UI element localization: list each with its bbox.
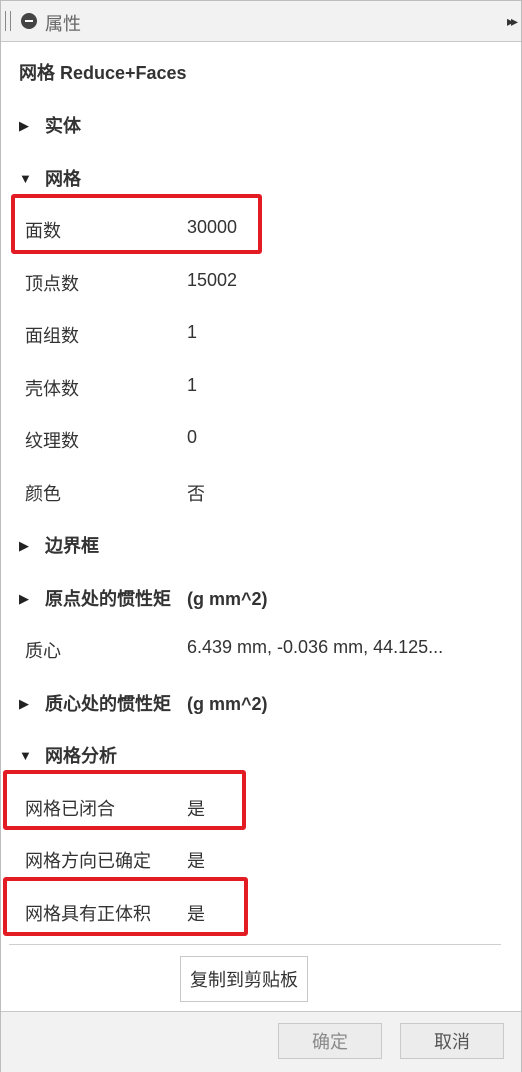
section-label: 网格 xyxy=(45,169,81,189)
mesh-oriented-label: 网格方向已确定 xyxy=(25,851,151,871)
copy-to-clipboard-button[interactable]: 复制到剪贴板 xyxy=(180,956,308,1002)
section-mesh-analysis[interactable]: ▼ 网格分析 xyxy=(19,742,117,768)
section-label: 质心处的惯性矩 xyxy=(45,694,171,714)
expand-arrow-icon[interactable]: ▶ xyxy=(19,696,31,712)
face-groups-value: 1 xyxy=(187,322,198,342)
mesh-oriented-value: 是 xyxy=(187,851,205,871)
highlight-box-faces xyxy=(11,194,262,254)
section-label: 边界框 xyxy=(45,536,99,556)
expand-panel-icon[interactable]: ▸▸ xyxy=(507,13,518,30)
cancel-button[interactable]: 取消 xyxy=(400,1023,504,1059)
vertices-label: 顶点数 xyxy=(25,274,79,294)
textures-value: 0 xyxy=(187,427,198,447)
color-label: 颜色 xyxy=(25,484,61,504)
collapse-panel-icon[interactable] xyxy=(21,13,37,29)
color-value: 否 xyxy=(187,484,205,504)
section-label: 原点处的惯性矩 xyxy=(45,589,171,609)
section-unit: (g mm^2) xyxy=(187,694,268,714)
properties-panel: 属性 ▸▸ 网格 Reduce+Faces ▶ 实体 ▼ 网格 面数 30000 顶… xyxy=(0,0,522,1072)
textures-label: 纹理数 xyxy=(25,431,79,451)
section-mesh[interactable]: ▼ 网格 xyxy=(19,165,81,191)
highlight-box-positive-volume xyxy=(3,877,248,936)
section-inertia-origin[interactable]: ▶ 原点处的惯性矩 (g mm^2) xyxy=(19,585,268,611)
highlight-box-mesh-closed xyxy=(3,770,246,830)
section-bounding-box[interactable]: ▶ 边界框 xyxy=(19,532,99,558)
panel-title: 属性 xyxy=(45,14,81,34)
expand-arrow-icon[interactable]: ▶ xyxy=(19,591,31,607)
center-of-mass-value: 6.439 mm, -0.036 mm, 44.125... xyxy=(187,637,444,657)
component-name: 网格 Reduce+Faces xyxy=(19,63,187,83)
ok-button[interactable]: 确定 xyxy=(278,1023,382,1059)
expand-arrow-icon[interactable]: ▶ xyxy=(19,538,31,554)
shells-value: 1 xyxy=(187,375,198,395)
collapse-arrow-icon[interactable]: ▼ xyxy=(19,171,32,186)
divider xyxy=(9,944,501,945)
section-unit: (g mm^2) xyxy=(187,589,268,609)
section-solid[interactable]: ▶ 实体 xyxy=(19,112,81,138)
panel-titlebar: 属性 ▸▸ xyxy=(1,1,521,42)
shells-label: 壳体数 xyxy=(25,379,79,399)
face-groups-label: 面组数 xyxy=(25,326,79,346)
section-label: 网格分析 xyxy=(45,746,117,766)
drag-handle-icon[interactable] xyxy=(5,11,11,31)
expand-arrow-icon[interactable]: ▶ xyxy=(19,118,31,134)
vertices-value: 15002 xyxy=(187,270,238,290)
center-of-mass-label: 质心 xyxy=(25,641,61,661)
section-inertia-com[interactable]: ▶ 质心处的惯性矩 (g mm^2) xyxy=(19,690,268,716)
collapse-arrow-icon[interactable]: ▼ xyxy=(19,748,32,763)
section-label: 实体 xyxy=(45,116,81,136)
